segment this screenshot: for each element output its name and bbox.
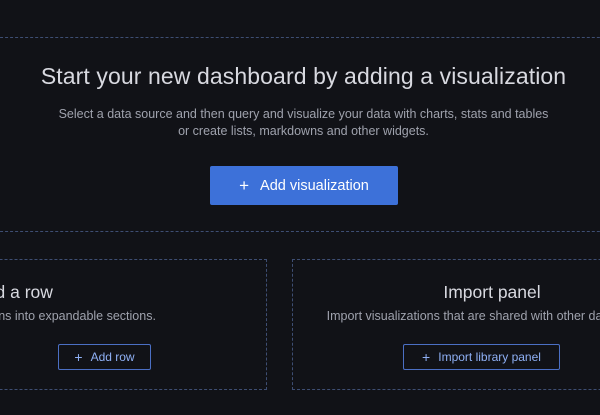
empty-dashboard-page: Start your new dashboard by adding a vis…: [0, 0, 600, 415]
add-row-card: Add a row Group your visualizations into…: [0, 259, 267, 390]
import-panel-description: Import visualizations that are shared wi…: [326, 309, 600, 323]
add-row-button-label: Add row: [90, 350, 135, 364]
import-panel-title: Import panel: [443, 282, 541, 302]
import-library-panel-label: Import library panel: [438, 350, 541, 364]
import-panel-card: Import panel Import visualizations that …: [292, 259, 600, 390]
empty-dashboard-description-line1: Select a data source and then query and …: [58, 107, 549, 121]
empty-dashboard-title: Start your new dashboard by adding a vis…: [40, 63, 567, 89]
plus-icon: +: [239, 176, 250, 195]
add-visualization-button[interactable]: + Add visualization: [210, 166, 398, 205]
add-row-title: Add a row: [0, 282, 53, 302]
empty-dashboard-description-line2: or create lists, markdowns and other wid…: [178, 124, 429, 138]
plus-icon: +: [74, 349, 83, 365]
plus-icon: +: [422, 349, 431, 365]
add-visualization-label: Add visualization: [260, 177, 369, 194]
add-row-button[interactable]: + Add row: [58, 344, 151, 370]
import-library-panel-button[interactable]: + Import library panel: [403, 344, 560, 370]
add-row-description: Group your visualizations into expandabl…: [0, 309, 156, 323]
